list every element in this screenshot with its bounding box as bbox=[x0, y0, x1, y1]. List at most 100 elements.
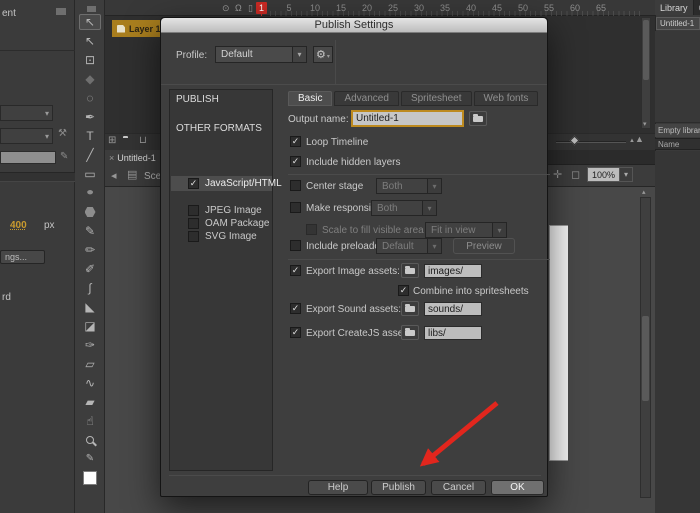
format-javascript-html[interactable]: ✓ JavaScript/HTML bbox=[171, 176, 272, 191]
scrollbar-thumb[interactable] bbox=[642, 316, 649, 401]
stage[interactable] bbox=[549, 225, 568, 461]
checkbox-unchecked[interactable] bbox=[188, 205, 199, 216]
subselection-tool[interactable]: ↖ bbox=[79, 33, 101, 49]
camera-tool[interactable]: ▰ bbox=[79, 394, 101, 410]
stage-height-value[interactable]: 400 bbox=[10, 220, 27, 231]
loop-timeline-checkbox[interactable]: ✓ bbox=[290, 136, 301, 147]
clip-content-icon[interactable]: ◻ bbox=[571, 170, 580, 181]
eraser-tool[interactable]: ▱ bbox=[79, 356, 101, 372]
layer-row[interactable]: Layer 1 bbox=[112, 20, 160, 37]
pen-tool[interactable]: ✒ bbox=[79, 109, 101, 125]
eyedropper-tool[interactable]: ✑ bbox=[79, 337, 101, 353]
frame-number[interactable]: 65 bbox=[588, 3, 614, 13]
preview-button[interactable]: Preview bbox=[453, 238, 515, 254]
frame-number[interactable]: 10 bbox=[302, 3, 328, 13]
close-icon[interactable]: × bbox=[109, 153, 114, 163]
bone-tool[interactable]: ∫ bbox=[79, 280, 101, 296]
profile-options-button[interactable]: ⚙ ▾ bbox=[313, 46, 333, 63]
panel-menu-button[interactable] bbox=[87, 6, 96, 12]
checkbox-unchecked[interactable] bbox=[188, 218, 199, 229]
free-transform-tool[interactable]: ⊡ bbox=[79, 52, 101, 68]
properties-dropdown-1[interactable]: ▾ bbox=[0, 105, 53, 121]
paint-bucket-tool[interactable]: ◣ bbox=[79, 299, 101, 315]
wrench-icon[interactable]: ⚒ bbox=[58, 128, 67, 139]
sound-path-input[interactable]: sounds/ bbox=[424, 302, 482, 316]
image-folder-button[interactable] bbox=[401, 263, 419, 278]
tab-advanced[interactable]: Advanced bbox=[334, 91, 398, 106]
width-tool[interactable]: ∿ bbox=[79, 375, 101, 391]
pencil-edit-icon[interactable]: ✎ bbox=[60, 151, 68, 162]
image-path-input[interactable]: images/ bbox=[424, 264, 482, 278]
combine-spritesheets-checkbox[interactable]: ✓ bbox=[398, 285, 409, 296]
scale-fill-dropdown[interactable]: Fit in view ▾ bbox=[425, 222, 507, 238]
format-item[interactable]: SVG Image bbox=[171, 230, 272, 243]
text-tool[interactable]: T bbox=[79, 128, 101, 144]
library-name-header[interactable]: Name bbox=[655, 138, 700, 150]
scrollbar-thumb[interactable] bbox=[643, 20, 649, 80]
center-stage-checkbox[interactable] bbox=[290, 180, 301, 191]
make-responsive-dropdown[interactable]: Both ▾ bbox=[371, 200, 437, 216]
checkbox-checked[interactable]: ✓ bbox=[188, 178, 199, 189]
stroke-color-tool[interactable]: ✎ bbox=[79, 451, 101, 467]
format-item[interactable]: OAM Package bbox=[171, 217, 272, 230]
preloader-dropdown[interactable]: Default ▾ bbox=[376, 238, 442, 254]
export-image-checkbox[interactable]: ✓ bbox=[290, 265, 301, 276]
export-createjs-checkbox[interactable]: ✓ bbox=[290, 327, 301, 338]
line-tool[interactable]: ╱ bbox=[79, 147, 101, 163]
document-tab[interactable]: × Untitled-1 bbox=[105, 150, 163, 165]
tab-spritesheet[interactable]: Spritesheet bbox=[401, 91, 472, 106]
ok-button[interactable]: OK bbox=[491, 480, 544, 495]
frame-number[interactable]: 55 bbox=[536, 3, 562, 13]
rectangle-tool[interactable]: ▭ bbox=[79, 166, 101, 182]
frame-number[interactable]: 45 bbox=[484, 3, 510, 13]
center-frame-icon[interactable]: ✛ bbox=[553, 170, 562, 181]
selection-tool[interactable]: ↖ bbox=[79, 14, 101, 30]
tab-web-fonts[interactable]: Web fonts bbox=[474, 91, 539, 106]
createjs-path-input[interactable]: libs/ bbox=[424, 326, 482, 340]
fill-color-swatch[interactable] bbox=[79, 470, 101, 486]
dialog-title[interactable]: Publish Settings bbox=[161, 18, 547, 33]
frame-number[interactable]: 50 bbox=[510, 3, 536, 13]
timeline-zoom-slider[interactable] bbox=[556, 141, 626, 143]
frame-number[interactable]: 15 bbox=[328, 3, 354, 13]
zoom-level-dropdown[interactable]: 100% ▾ bbox=[587, 167, 633, 182]
output-browse-button[interactable] bbox=[469, 111, 487, 126]
format-item[interactable]: JPEG Image bbox=[171, 204, 272, 217]
new-layer-icon[interactable]: ⊞ bbox=[108, 136, 116, 146]
frame-number[interactable]: 40 bbox=[458, 3, 484, 13]
panel-menu-button[interactable] bbox=[56, 8, 66, 15]
export-sound-checkbox[interactable]: ✓ bbox=[290, 303, 301, 314]
checkbox-unchecked[interactable] bbox=[188, 231, 199, 242]
brush-tool[interactable]: ✏ bbox=[79, 242, 101, 258]
publish-button[interactable]: Publish bbox=[371, 480, 426, 495]
help-button[interactable]: Help bbox=[308, 480, 368, 495]
frame-number[interactable]: 20 bbox=[354, 3, 380, 13]
createjs-folder-button[interactable] bbox=[401, 325, 419, 340]
include-hidden-layers-checkbox[interactable]: ✓ bbox=[290, 156, 301, 167]
back-arrow-icon[interactable]: ◂ bbox=[111, 171, 117, 182]
scale-fill-checkbox[interactable] bbox=[306, 224, 317, 235]
outline-layers-icon[interactable]: ▯ bbox=[248, 4, 253, 13]
paint-brush-tool[interactable]: ✐ bbox=[79, 261, 101, 277]
tab-cc-libraries[interactable]: CC bbox=[694, 0, 700, 15]
tab-library[interactable]: Library bbox=[655, 0, 694, 15]
scroll-up-icon[interactable]: ▴ bbox=[642, 189, 646, 196]
tab-basic[interactable]: Basic bbox=[288, 91, 332, 106]
gradient-transform-tool[interactable]: ◆ bbox=[79, 71, 101, 87]
delete-layer-icon[interactable]: ⊔ bbox=[139, 136, 147, 146]
center-stage-dropdown[interactable]: Both ▾ bbox=[376, 178, 442, 194]
properties-dropdown-2[interactable]: ▾ bbox=[0, 128, 53, 144]
zoom-tool[interactable] bbox=[79, 432, 101, 448]
timeline-scrollbar[interactable] bbox=[641, 17, 651, 129]
frame-number[interactable]: 25 bbox=[380, 3, 406, 13]
make-responsive-checkbox[interactable] bbox=[290, 202, 301, 213]
frame-number[interactable]: 60 bbox=[562, 3, 588, 13]
lasso-tool[interactable]: ◌ bbox=[79, 90, 101, 106]
oval-tool[interactable]: ● bbox=[79, 185, 101, 201]
include-preloader-checkbox[interactable] bbox=[290, 240, 301, 251]
frame-number[interactable]: 35 bbox=[432, 3, 458, 13]
ink-bottle-tool[interactable]: ◪ bbox=[79, 318, 101, 334]
scroll-down-icon[interactable]: ▾ bbox=[643, 121, 647, 128]
cancel-button[interactable]: Cancel bbox=[431, 480, 486, 495]
properties-text-field[interactable] bbox=[0, 151, 56, 164]
